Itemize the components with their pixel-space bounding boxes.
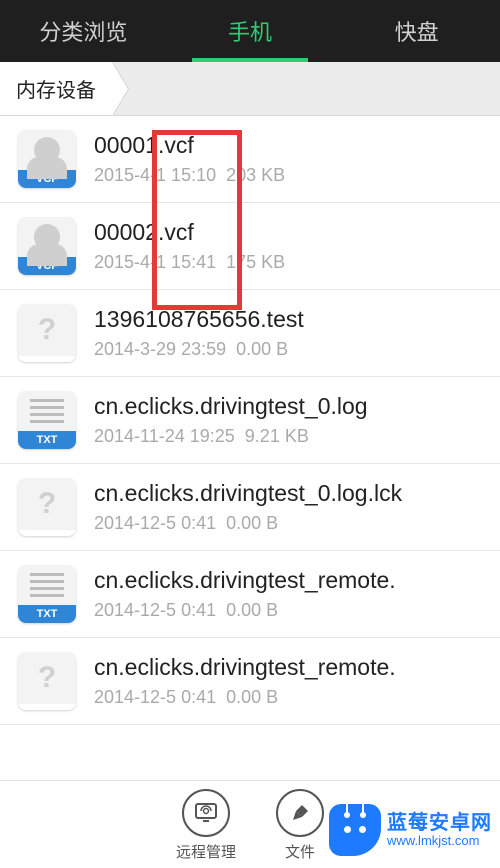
unknown-file-icon: ? xyxy=(18,478,76,536)
file-info: cn.eclicks.drivingtest_0.log 2014-11-24 1… xyxy=(94,393,482,447)
file-type-badge xyxy=(18,356,76,362)
file-info: 00002.vcf 2015-4-1 15:41 175 KB xyxy=(94,219,482,273)
file-meta: 2015-4-1 15:10 203 KB xyxy=(94,165,482,186)
file-type-badge xyxy=(18,704,76,710)
file-name: cn.eclicks.drivingtest_remote. xyxy=(94,567,482,594)
file-size: 9.21 KB xyxy=(245,426,309,446)
file-date: 2015-4-1 15:10 xyxy=(94,165,216,185)
file-meta: 2014-3-29 23:59 0.00 B xyxy=(94,339,482,360)
file-row[interactable]: ? cn.eclicks.drivingtest_0.log.lck 2014-12… xyxy=(0,464,500,551)
file-name: 1396108765656.test xyxy=(94,306,482,333)
file-date: 2015-4-1 15:41 xyxy=(94,252,216,272)
watermark-url: www.lmkjst.com xyxy=(387,834,492,848)
file-row[interactable]: TXT cn.eclicks.drivingtest_remote. 2014-12… xyxy=(0,551,500,638)
file-type-badge: TXT xyxy=(18,605,76,623)
file-meta: 2014-12-5 0:41 0.00 B xyxy=(94,600,482,621)
file-name: 00001.vcf xyxy=(94,132,482,159)
file-row[interactable]: VCF 00002.vcf 2015-4-1 15:41 175 KB xyxy=(0,203,500,290)
file-size: 0.00 B xyxy=(236,339,288,359)
txt-file-icon: TXT xyxy=(18,565,76,623)
vcf-file-icon: VCF xyxy=(18,130,76,188)
file-date: 2014-12-5 0:41 xyxy=(94,600,216,620)
file-name: cn.eclicks.drivingtest_0.log xyxy=(94,393,482,420)
file-name: cn.eclicks.drivingtest_remote. xyxy=(94,654,482,681)
file-info: 1396108765656.test 2014-3-29 23:59 0.00 B xyxy=(94,306,482,360)
file-row[interactable]: TXT cn.eclicks.drivingtest_0.log 2014-11-2… xyxy=(0,377,500,464)
file-meta: 2015-4-1 15:41 175 KB xyxy=(94,252,482,273)
file-info: 00001.vcf 2015-4-1 15:10 203 KB xyxy=(94,132,482,186)
file-button[interactable]: 文件 xyxy=(276,789,324,868)
vcf-file-icon: VCF xyxy=(18,217,76,275)
remote-manage-label: 远程管理 xyxy=(176,841,236,862)
remote-manage-button[interactable]: 远程管理 xyxy=(176,789,236,868)
file-size: 0.00 B xyxy=(226,600,278,620)
file-row[interactable]: ? 1396108765656.test 2014-3-29 23:59 0.00 B xyxy=(0,290,500,377)
file-meta: 2014-11-24 19:25 9.21 KB xyxy=(94,426,482,447)
file-info: cn.eclicks.drivingtest_remote. 2014-12-5 … xyxy=(94,654,482,708)
tab-kuaipan[interactable]: 快盘 xyxy=(333,0,500,62)
file-date: 2014-12-5 0:41 xyxy=(94,513,216,533)
file-button-label: 文件 xyxy=(285,841,315,862)
file-date: 2014-12-5 0:41 xyxy=(94,687,216,707)
file-size: 175 KB xyxy=(226,252,285,272)
file-date: 2014-3-29 23:59 xyxy=(94,339,226,359)
watermark-title: 蓝莓安卓网 xyxy=(387,812,492,834)
unknown-file-icon: ? xyxy=(18,652,76,710)
file-size: 0.00 B xyxy=(226,513,278,533)
file-type-badge: TXT xyxy=(18,431,76,449)
brush-icon xyxy=(276,789,324,837)
breadcrumb: 内存设备 xyxy=(0,62,500,116)
watermark: 蓝莓安卓网 www.lmkjst.com xyxy=(329,804,492,856)
file-name: cn.eclicks.drivingtest_0.log.lck xyxy=(94,480,482,507)
file-size: 203 KB xyxy=(226,165,285,185)
file-list: VCF 00001.vcf 2015-4-1 15:10 203 KB VCF 00002… xyxy=(0,116,500,725)
unknown-file-icon: ? xyxy=(18,304,76,362)
remote-icon xyxy=(182,789,230,837)
top-tabs: 分类浏览 手机 快盘 xyxy=(0,0,500,62)
file-row[interactable]: ? cn.eclicks.drivingtest_remote. 2014-12-5… xyxy=(0,638,500,725)
file-info: cn.eclicks.drivingtest_0.log.lck 2014-12-… xyxy=(94,480,482,534)
txt-file-icon: TXT xyxy=(18,391,76,449)
file-meta: 2014-12-5 0:41 0.00 B xyxy=(94,513,482,534)
file-row[interactable]: VCF 00001.vcf 2015-4-1 15:10 203 KB xyxy=(0,116,500,203)
watermark-android-icon xyxy=(329,804,381,856)
file-info: cn.eclicks.drivingtest_remote. 2014-12-5 … xyxy=(94,567,482,621)
file-type-badge xyxy=(18,530,76,536)
tab-category[interactable]: 分类浏览 xyxy=(0,0,167,62)
file-name: 00002.vcf xyxy=(94,219,482,246)
tab-phone[interactable]: 手机 xyxy=(167,0,334,62)
file-date: 2014-11-24 19:25 xyxy=(94,426,235,446)
file-meta: 2014-12-5 0:41 0.00 B xyxy=(94,687,482,708)
file-size: 0.00 B xyxy=(226,687,278,707)
breadcrumb-root[interactable]: 内存设备 xyxy=(0,62,112,115)
